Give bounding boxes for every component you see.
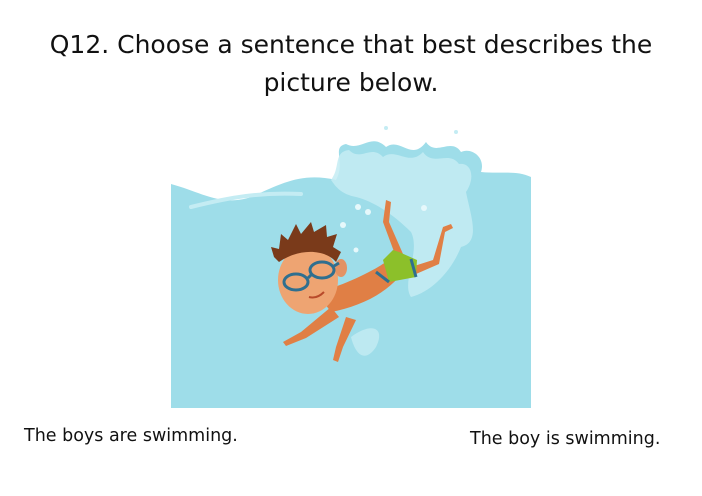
answer-option-2[interactable]: The boy is swimming.	[470, 429, 660, 449]
swimming-boy-illustration	[171, 126, 531, 408]
answer-option-1[interactable]: The boys are swimming.	[24, 426, 238, 446]
question-line-2: picture below.	[263, 68, 439, 97]
question-line-1: Q12. Choose a sentence that best describ…	[49, 30, 653, 59]
question-text: Q12. Choose a sentence that best describ…	[0, 26, 702, 102]
